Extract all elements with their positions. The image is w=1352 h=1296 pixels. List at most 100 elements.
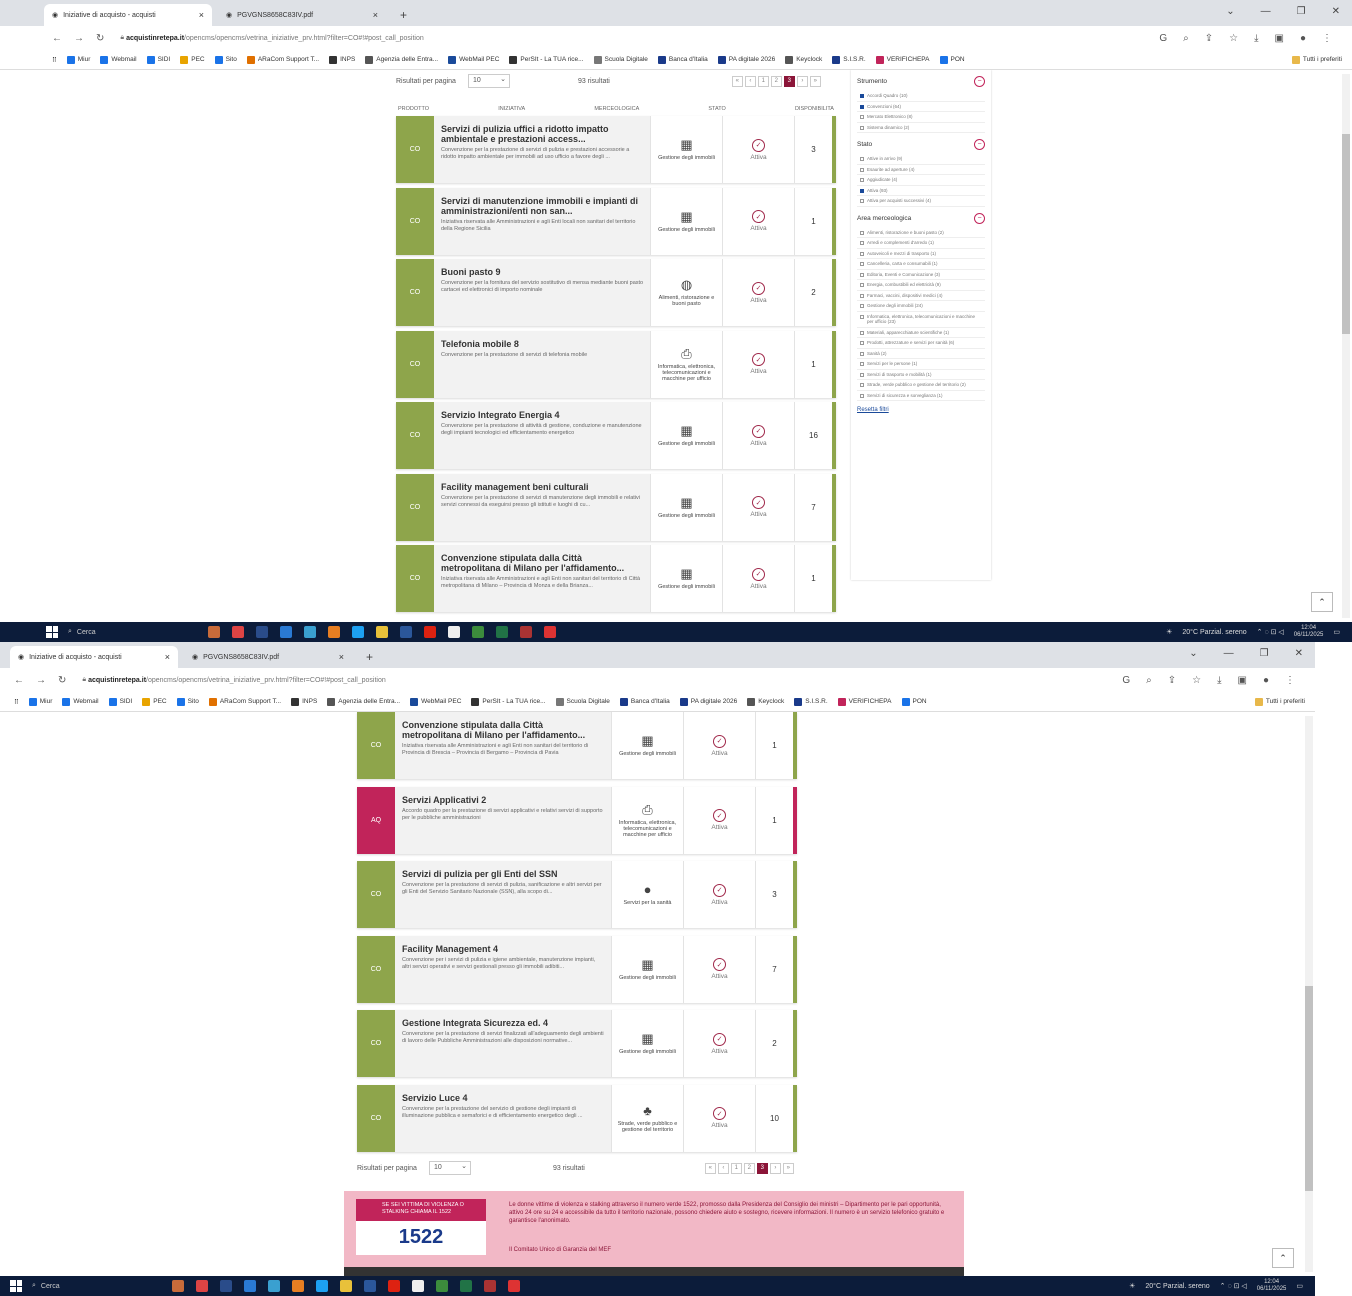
card-title[interactable]: Servizi di pulizia uffici a ridotto impa… — [441, 124, 644, 144]
column-header[interactable]: MERCEOLOGICA — [594, 106, 639, 112]
bookmark-item[interactable]: VERIFICHEPA — [875, 55, 930, 64]
bookmark-item[interactable]: Miur — [66, 55, 90, 64]
close-tab-icon[interactable]: × — [199, 10, 204, 20]
sidepanel-icon[interactable]: ▣ — [1238, 675, 1247, 686]
filter-option[interactable]: Alimenti, ristorazione e buoni pasto (2) — [857, 228, 985, 238]
word-icon[interactable] — [400, 626, 412, 638]
initiative-card[interactable]: CO Convenzione stipulata dalla Città metr… — [357, 712, 797, 779]
download-icon[interactable]: ⤓ — [1217, 675, 1221, 686]
app-icon[interactable] — [232, 626, 244, 638]
bookmark-item[interactable]: PA digitale 2026 — [717, 55, 775, 64]
windows-start-icon[interactable] — [10, 1280, 22, 1292]
checkbox-icon[interactable] — [860, 330, 864, 335]
tray-icons[interactable]: ⌃ ◌ ⊡ ◁ — [1220, 1282, 1247, 1290]
filter-option[interactable]: Mercato Elettronico (8) — [857, 112, 985, 123]
helpline-1522-logo[interactable]: SE SEI VITTIMA DI VIOLENZA O STALKING CH… — [356, 1199, 486, 1255]
bookmark-item[interactable]: Keyclock — [785, 55, 822, 64]
initiative-card[interactable]: CO Facility Management 4 Convenzione per i… — [357, 935, 797, 1003]
tab-iniziative[interactable]: ◉ Iniziative di acquisto - acquisti × — [44, 4, 212, 26]
card-description[interactable]: Servizio Integrato Energia 4 Convenzione … — [434, 402, 650, 469]
page-link[interactable]: » — [782, 1162, 794, 1174]
acrobat-icon[interactable] — [388, 1280, 400, 1292]
filter-option[interactable]: Strade, verde pubblico e gestione del te… — [857, 380, 985, 391]
forward-icon[interactable]: → — [74, 33, 84, 44]
page-link[interactable]: 2 — [770, 75, 782, 87]
initiative-card[interactable]: CO Facility management beni culturali Conv… — [396, 473, 836, 541]
app-icon[interactable] — [280, 626, 292, 638]
page-link[interactable]: 2 — [743, 1162, 755, 1174]
checkbox-icon[interactable] — [860, 157, 864, 161]
card-description[interactable]: Convenzione stipulata dalla Città metrop… — [395, 712, 611, 779]
acrobat-icon[interactable] — [424, 626, 436, 638]
url-field[interactable]: 🔒︎ acquistinretepa.it/opencms/opencms/ve… — [78, 671, 1096, 689]
notifications-icon[interactable]: ▭ — [1333, 628, 1340, 636]
filter-option[interactable]: Servizi di trasporto e mobilità (1) — [857, 370, 985, 380]
filter-option[interactable]: Convenzioni (64) — [857, 102, 985, 112]
checkbox-icon[interactable] — [860, 188, 864, 193]
taskbar-search[interactable]: ⌕ Cerca — [68, 628, 188, 636]
page-link[interactable]: 1 — [730, 1162, 742, 1174]
bookmark-item[interactable]: Keyclock — [747, 697, 784, 706]
bookmark-item[interactable]: PON — [901, 697, 927, 706]
close-window-icon[interactable]: ✕ — [1332, 6, 1340, 17]
card-title[interactable]: Facility Management 4 — [402, 944, 605, 954]
checkbox-icon[interactable] — [860, 314, 864, 319]
scrollbar[interactable] — [1305, 716, 1313, 1272]
card-title[interactable]: Servizi di manutenzione immobili e impia… — [441, 196, 644, 216]
excel-icon[interactable] — [496, 626, 508, 638]
reset-filters-link[interactable]: Resetta filtri — [857, 407, 985, 413]
filter-option[interactable]: Attiva per acquisti successivi (4) — [857, 196, 985, 207]
page-link[interactable]: « — [704, 1162, 716, 1174]
card-title[interactable]: Servizio Integrato Energia 4 — [441, 410, 644, 420]
bookmark-item[interactable]: Banca d'Italia — [619, 697, 670, 706]
google-icon[interactable]: G — [1159, 33, 1167, 44]
back-icon[interactable]: ← — [52, 33, 62, 44]
filter-option[interactable]: Energia, combustibili ed elettricità (9) — [857, 280, 985, 291]
bookmark-item[interactable]: Agenzia delle Entra... — [365, 55, 438, 64]
checkbox-icon[interactable] — [860, 241, 864, 245]
initiative-card[interactable]: CO Servizi di pulizia uffici a ridotto im… — [396, 116, 836, 183]
star-icon[interactable]: ☆ — [1229, 33, 1238, 44]
new-tab-button[interactable]: + — [392, 8, 415, 26]
bookmark-item[interactable]: Miur — [28, 697, 52, 706]
collapse-icon[interactable]: − — [974, 139, 985, 150]
app-icon[interactable] — [412, 1280, 424, 1292]
back-icon[interactable]: ← — [14, 675, 24, 686]
checkbox-icon[interactable] — [860, 304, 864, 308]
card-description[interactable]: Servizi di manutenzione immobili e impia… — [434, 187, 650, 255]
share-icon[interactable]: ⇪ — [1168, 675, 1176, 686]
bookmark-item[interactable]: PON — [939, 55, 965, 64]
bookmark-item[interactable]: WebMail PEC — [448, 55, 499, 64]
card-description[interactable]: Servizi Applicativi 2 Accordo quadro per … — [395, 786, 611, 854]
tab-iniziative[interactable]: ◉ Iniziative di acquisto - acquisti × — [10, 646, 178, 668]
bookmark-item[interactable]: PerSIt - La TUA rice... — [509, 55, 584, 64]
checkbox-icon[interactable] — [860, 94, 864, 98]
app-icon[interactable] — [208, 626, 220, 638]
checkbox-icon[interactable] — [860, 362, 864, 366]
checkbox-icon[interactable] — [860, 393, 864, 398]
collapse-icon[interactable]: − — [974, 212, 985, 224]
edge-icon[interactable] — [316, 1280, 328, 1292]
initiative-card[interactable]: CO Servizio Luce 4 Convenzione per la pres… — [357, 1084, 797, 1152]
bookmark-item[interactable]: SIDI — [108, 697, 132, 706]
app-icon[interactable] — [436, 1280, 448, 1292]
filter-option[interactable]: Servizi di sicurezza e sorveglianza (1) — [857, 391, 985, 401]
bookmark-item[interactable]: Agenzia delle Entra... — [327, 697, 400, 706]
checkbox-icon[interactable] — [860, 104, 864, 109]
apps-icon[interactable]: ⠿ — [52, 56, 57, 64]
filter-option[interactable]: Esaurite ad aperture (4) — [857, 165, 985, 175]
card-title[interactable]: Gestione Integrata Sicurezza ed. 4 — [402, 1018, 605, 1028]
scroll-top-button[interactable]: ⌃ — [1272, 1248, 1294, 1268]
app-icon[interactable] — [484, 1280, 496, 1292]
column-header[interactable]: STATO — [708, 106, 725, 112]
checkbox-icon[interactable] — [860, 178, 864, 182]
card-description[interactable]: Convenzione stipulata dalla Città metrop… — [434, 545, 650, 612]
checkbox-icon[interactable] — [860, 283, 864, 287]
star-icon[interactable]: ☆ — [1192, 675, 1201, 686]
google-icon[interactable]: G — [1122, 675, 1130, 686]
filter-option[interactable]: Autoveicoli e mezzi di trasporto (1) — [857, 249, 985, 259]
reload-icon[interactable]: ↻ — [58, 675, 66, 686]
restore-icon[interactable]: ❐ — [1260, 648, 1269, 659]
filter-option[interactable]: Accordi Quadro (10) — [857, 91, 985, 102]
taskbar-search[interactable]: ⌕ Cerca — [32, 1282, 152, 1290]
